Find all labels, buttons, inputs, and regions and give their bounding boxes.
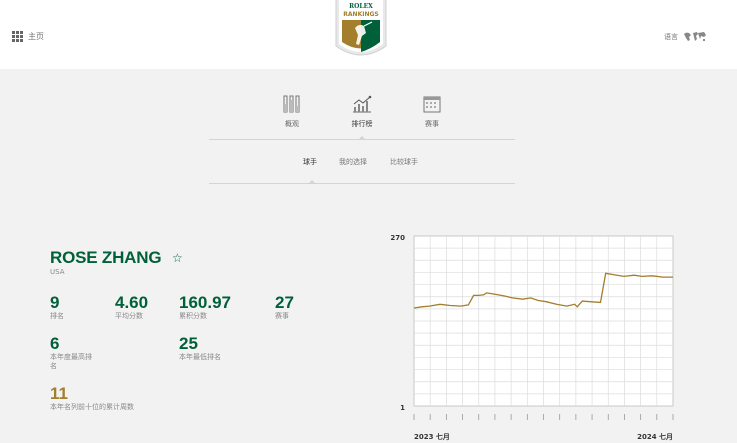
stat-rank-label: 排名	[50, 312, 64, 320]
tab-events[interactable]: 赛事	[402, 95, 462, 129]
stat-total-value: 160.97	[179, 293, 231, 312]
language-selector[interactable]: 语言	[664, 31, 707, 43]
main-tabs: 概观 排行榜 赛事	[209, 95, 515, 140]
tab-rankings[interactable]: 排行榜	[332, 95, 392, 129]
stat-events-value: 27	[275, 293, 294, 312]
subtab-players[interactable]: 球手	[303, 157, 317, 167]
stat-weeks-top-ten: 11 本年名列前十位的累计周数	[50, 385, 134, 412]
stat-lowest-label: 本年最低排名	[179, 353, 221, 361]
line-chart-icon	[353, 95, 372, 113]
stat-events: 27 赛事	[275, 294, 294, 321]
y-axis-bottom-label: 1	[400, 404, 405, 412]
favorite-star-icon[interactable]: ☆	[172, 251, 183, 265]
chart-x-ticks	[413, 414, 674, 420]
stat-weeks-label: 本年名列前十位的累计周数	[50, 403, 134, 411]
active-tab-caret	[358, 136, 366, 140]
stat-average-value: 4.60	[115, 293, 149, 312]
rolex-rankings-logo[interactable]: ROLEX RANKINGS	[333, 0, 389, 62]
x-axis-start-label: 2023 七月	[414, 432, 450, 441]
home-label: 主页	[28, 32, 44, 41]
grid-icon	[12, 31, 23, 42]
subtab-compare-players[interactable]: 比较球手	[390, 157, 418, 167]
tab-rankings-label: 排行榜	[351, 120, 373, 128]
stat-average-points: 4.60 平均分数	[115, 294, 148, 321]
player-name: ROSE ZHANG	[50, 248, 162, 267]
y-axis-top-label: 270	[390, 234, 405, 242]
active-subtab-caret	[308, 180, 316, 184]
x-axis-end-label: 2024 七月	[637, 432, 673, 441]
subtab-my-selection[interactable]: 我的选择	[339, 157, 367, 167]
ranking-chart-svg: 270 1 2023 七月 2024 七月	[390, 234, 674, 441]
chart-grid	[413, 235, 674, 407]
stat-total-label: 累积分数	[179, 312, 207, 320]
tab-events-label: 赛事	[425, 120, 439, 128]
stat-events-label: 赛事	[275, 312, 289, 320]
stat-weeks-value: 11	[50, 384, 68, 403]
stat-total-points: 160.97 累积分数	[179, 294, 231, 321]
tab-overview-label: 概观	[285, 120, 299, 128]
home-link[interactable]: 主页	[12, 31, 44, 42]
calendar-icon	[423, 96, 441, 113]
ranking-chart: 270 1 2023 七月 2024 七月	[385, 228, 685, 443]
stat-lowest-value: 25	[179, 334, 198, 353]
stat-highest-label: 本年度最高排名	[50, 353, 92, 370]
stat-highest-value: 6	[50, 334, 60, 353]
stat-lowest-rank: 25 本年最低排名	[179, 335, 224, 362]
sub-tabs: 球手 我的选择 比较球手	[209, 155, 515, 184]
bars-icon	[283, 95, 300, 113]
stat-rank-value: 9	[50, 293, 60, 312]
player-country: USA	[50, 268, 65, 276]
language-label: 语言	[664, 33, 678, 41]
tab-overview[interactable]: 概观	[262, 95, 322, 129]
globe-icon	[684, 32, 706, 41]
header: 主页 ROLEX RANKINGS 语言	[0, 0, 737, 69]
stat-rank: 9 排名	[50, 294, 64, 321]
logo-top-text: ROLEX	[349, 3, 373, 10]
stat-average-label: 平均分数	[115, 312, 143, 320]
logo-bottom-text: RANKINGS	[343, 11, 378, 18]
stat-highest-rank: 6 本年度最高排名	[50, 335, 95, 371]
